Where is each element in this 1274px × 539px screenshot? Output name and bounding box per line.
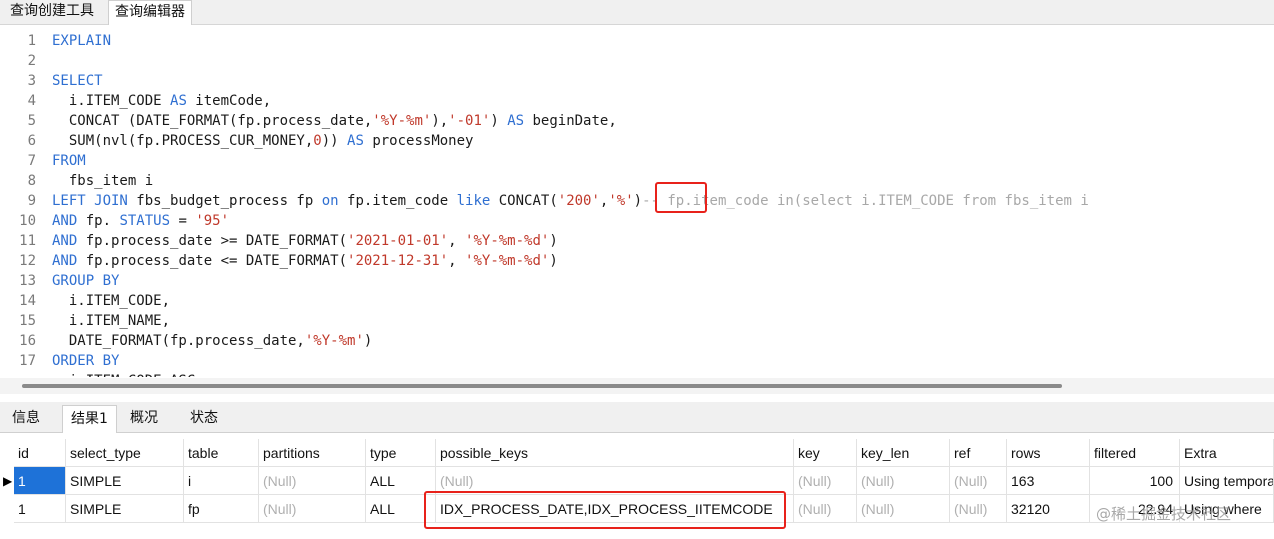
table-cell-table[interactable]: fp xyxy=(184,495,259,523)
line-number: 6 xyxy=(27,133,36,149)
code-line[interactable]: 5 CONCAT (DATE_FORMAT(fp.process_date,'%… xyxy=(0,111,1274,131)
code-line[interactable]: 3 SELECT xyxy=(0,71,1274,91)
code-line[interactable]: 6 SUM(nvl(fp.PROCESS_CUR_MONEY,0)) AS pr… xyxy=(0,131,1274,151)
table-cell-select_type[interactable]: SIMPLE xyxy=(66,495,184,523)
code-text: i.ITEM_CODE, xyxy=(52,293,171,309)
query-tab-bar: 查询创建工具 查询编辑器 xyxy=(0,0,1274,25)
tab-result1[interactable]: 结果1 xyxy=(62,405,117,433)
column-header-key_len[interactable]: key_len xyxy=(857,439,950,467)
code-line[interactable]: 1 EXPLAIN xyxy=(0,31,1274,51)
line-number: 15 xyxy=(19,313,36,329)
code-line[interactable]: 14 i.ITEM_CODE, xyxy=(0,291,1274,311)
tab-profile[interactable]: 概况 xyxy=(122,405,166,432)
line-number: 2 xyxy=(27,53,36,69)
line-number: 8 xyxy=(27,173,36,189)
code-line[interactable]: 8 fbs_item i xyxy=(0,171,1274,191)
code-line[interactable]: 9 LEFT JOIN fbs_budget_process fp on fp.i… xyxy=(0,191,1274,211)
column-header-table[interactable]: table xyxy=(184,439,259,467)
code-text: LEFT JOIN fbs_budget_process fp on fp.it… xyxy=(52,193,1089,209)
editor-horizontal-scrollbar[interactable] xyxy=(22,384,1062,388)
line-number: 12 xyxy=(19,253,36,269)
line-number: 13 xyxy=(19,273,36,289)
code-text: DATE_FORMAT(fp.process_date,'%Y-%m') xyxy=(52,333,373,349)
table-cell-table[interactable]: i xyxy=(184,467,259,495)
column-header-key[interactable]: key xyxy=(794,439,857,467)
line-number: 10 xyxy=(19,213,36,229)
sql-editor[interactable]: 1 EXPLAIN 2 3 SELECT 4 i.ITEM_CODE AS itemCod… xyxy=(0,25,1274,377)
code-line-partial[interactable]: i.ITEM_CODE ASC xyxy=(0,371,1274,377)
tab-info[interactable]: 信息 xyxy=(4,405,48,432)
line-number: 17 xyxy=(19,353,36,369)
code-text: SUM(nvl(fp.PROCESS_CUR_MONEY,0)) AS proc… xyxy=(52,133,474,149)
table-cell-ref[interactable]: (Null) xyxy=(950,467,1007,495)
table-cell-id[interactable]: 1 xyxy=(14,495,66,523)
code-text: GROUP BY xyxy=(52,273,120,289)
code-text: FROM xyxy=(52,153,86,169)
column-header-possible_keys[interactable]: possible_keys xyxy=(436,439,794,467)
highlight-box xyxy=(655,182,707,213)
code-text: i.ITEM_CODE ASC xyxy=(52,371,195,377)
code-line[interactable]: 4 i.ITEM_CODE AS itemCode, xyxy=(0,91,1274,111)
column-header-partitions[interactable]: partitions xyxy=(259,439,366,467)
line-number: 11 xyxy=(19,233,36,249)
code-line[interactable]: 7 FROM xyxy=(0,151,1274,171)
code-text: EXPLAIN xyxy=(52,33,112,49)
code-line[interactable]: 12 AND fp.process_date <= DATE_FORMAT('20… xyxy=(0,251,1274,271)
column-header-select_type[interactable]: select_type xyxy=(66,439,184,467)
table-cell-extra[interactable]: Using temporary; Using filesort xyxy=(1180,467,1274,495)
code-text: AND fp.process_date >= DATE_FORMAT('2021… xyxy=(52,233,558,249)
current-row-indicator-icon: ▶ xyxy=(3,474,13,488)
code-line[interactable]: 16 DATE_FORMAT(fp.process_date,'%Y-%m') xyxy=(0,331,1274,351)
tab-status[interactable]: 状态 xyxy=(182,405,226,432)
table-cell-filtered[interactable]: 100 xyxy=(1090,467,1180,495)
table-cell-rows[interactable]: 163 xyxy=(1007,467,1090,495)
tab-query-builder[interactable]: 查询创建工具 xyxy=(4,0,100,24)
line-number: 1 xyxy=(27,33,36,49)
line-number: 3 xyxy=(27,73,36,89)
line-number: 7 xyxy=(27,153,36,169)
column-header-type[interactable]: type xyxy=(366,439,436,467)
code-line[interactable]: 2 xyxy=(0,51,1274,71)
code-text: SELECT xyxy=(52,73,103,89)
possible-keys-highlight-box xyxy=(424,491,786,529)
line-number: 4 xyxy=(27,93,36,109)
table-cell-partitions[interactable]: (Null) xyxy=(259,467,366,495)
table-cell-ref[interactable]: (Null) xyxy=(950,495,1007,523)
code-text: i.ITEM_CODE AS itemCode, xyxy=(52,93,272,109)
watermark-text: @稀土掘金技术社区 xyxy=(1096,505,1232,523)
line-number: 5 xyxy=(27,113,36,129)
line-number: 14 xyxy=(19,293,36,309)
table-cell-id[interactable]: 1 xyxy=(14,467,66,495)
column-header-extra[interactable]: Extra xyxy=(1180,439,1274,467)
code-text: AND fp. STATUS = '95' xyxy=(52,213,230,229)
code-line[interactable]: 17 ORDER BY xyxy=(0,351,1274,371)
table-cell-select_type[interactable]: SIMPLE xyxy=(66,467,184,495)
column-header-id[interactable]: id xyxy=(14,439,66,467)
table-cell-key[interactable]: (Null) xyxy=(794,495,857,523)
table-cell-rows[interactable]: 32120 xyxy=(1007,495,1090,523)
line-number: 9 xyxy=(27,193,36,209)
code-line[interactable]: 13 GROUP BY xyxy=(0,271,1274,291)
column-header-rows[interactable]: rows xyxy=(1007,439,1090,467)
line-number: 16 xyxy=(19,333,36,349)
table-cell-key_len[interactable]: (Null) xyxy=(857,495,950,523)
code-text: ORDER BY xyxy=(52,353,120,369)
code-line[interactable]: 10 AND fp. STATUS = '95' xyxy=(0,211,1274,231)
code-text: i.ITEM_NAME, xyxy=(52,313,171,329)
code-text: fbs_item i xyxy=(52,173,154,189)
column-header-ref[interactable]: ref xyxy=(950,439,1007,467)
code-line[interactable]: 15 i.ITEM_NAME, xyxy=(0,311,1274,331)
code-line[interactable]: 11 AND fp.process_date >= DATE_FORMAT('20… xyxy=(0,231,1274,251)
table-cell-key_len[interactable]: (Null) xyxy=(857,467,950,495)
table-cell-key[interactable]: (Null) xyxy=(794,467,857,495)
code-text: CONCAT (DATE_FORMAT(fp.process_date,'%Y-… xyxy=(52,113,617,129)
table-cell-partitions[interactable]: (Null) xyxy=(259,495,366,523)
column-header-filtered[interactable]: filtered xyxy=(1090,439,1180,467)
result-tab-bar: 信息 结果1 概况 状态 xyxy=(0,402,1274,433)
tab-query-editor[interactable]: 查询编辑器 xyxy=(108,0,192,25)
code-text: AND fp.process_date <= DATE_FORMAT('2021… xyxy=(52,253,558,269)
